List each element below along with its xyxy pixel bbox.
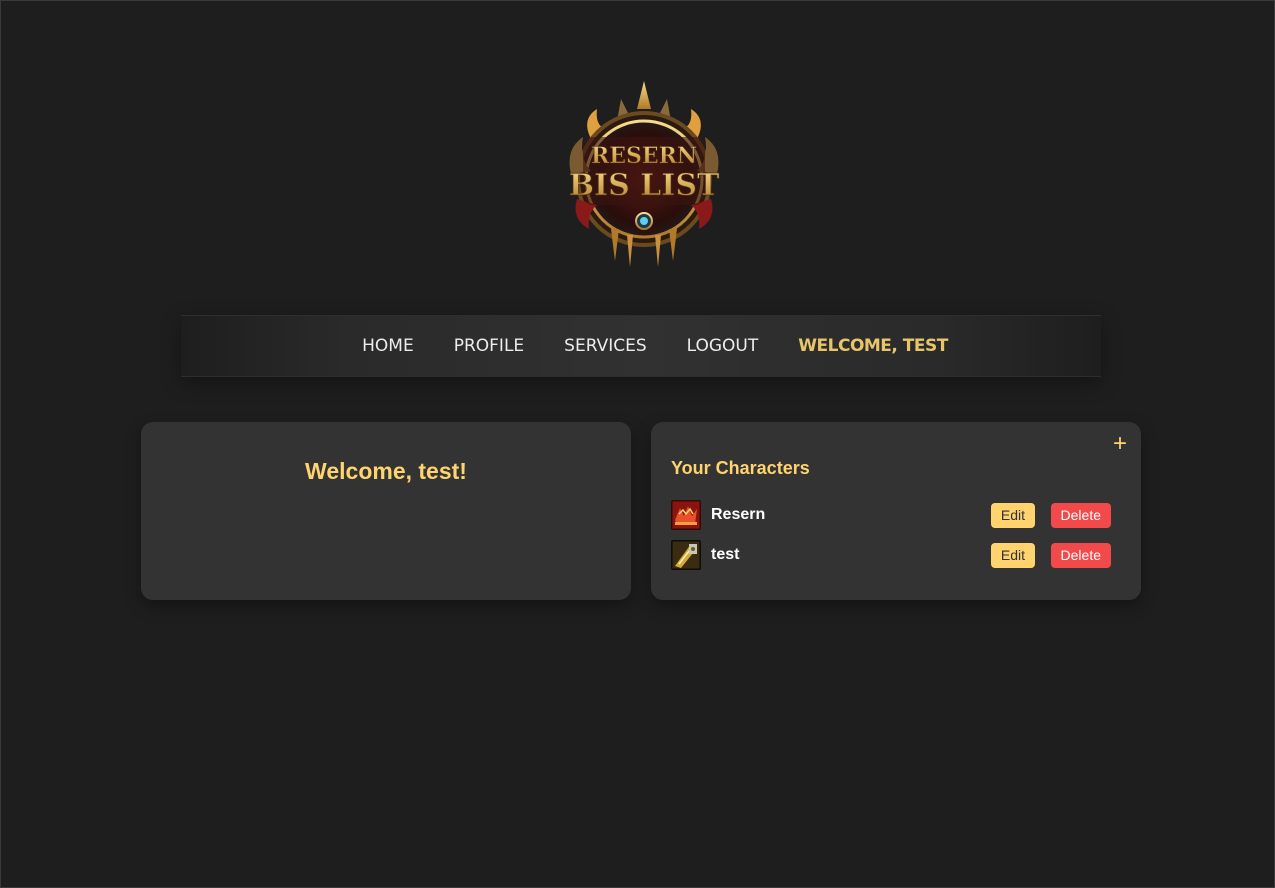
nav-profile[interactable]: PROFILE (454, 336, 524, 356)
edit-character-button[interactable]: Edit (990, 543, 1035, 568)
site-logo[interactable]: RESERN BIS LIST (561, 79, 727, 271)
characters-heading: Your Characters (671, 458, 810, 478)
logo-text-line2: BIS LIST (569, 168, 720, 203)
character-row: test Edit Delete (671, 540, 1111, 570)
logo-text-line1: RESERN (591, 143, 697, 169)
nav-home[interactable]: HOME (362, 336, 414, 356)
nav-services[interactable]: SERVICES (564, 336, 646, 356)
edit-character-button[interactable]: Edit (990, 503, 1035, 528)
welcome-card: Welcome, test! (141, 422, 631, 600)
character-row: Resern Edit Delete (671, 500, 1111, 530)
character-name: test (711, 546, 740, 563)
main-nav: HOME PROFILE SERVICES LOGOUT WELCOME, TE… (181, 315, 1101, 377)
red-class-icon (671, 500, 701, 530)
character-name: Resern (711, 506, 766, 523)
characters-card: + Your Characters Resern Edit Delete tes… (651, 422, 1141, 600)
nav-welcome-user: WELCOME, TEST (798, 336, 948, 356)
nav-logout[interactable]: LOGOUT (687, 336, 759, 356)
delete-character-button[interactable]: Delete (1050, 503, 1111, 528)
add-character-button[interactable]: + (1113, 432, 1127, 456)
gold-class-icon (671, 540, 701, 570)
nav-links: HOME PROFILE SERVICES LOGOUT WELCOME, TE… (342, 336, 948, 356)
character-list: Resern Edit Delete test Edit Delete (671, 500, 1111, 580)
delete-character-button[interactable]: Delete (1050, 543, 1111, 568)
welcome-heading: Welcome, test! (305, 458, 467, 484)
